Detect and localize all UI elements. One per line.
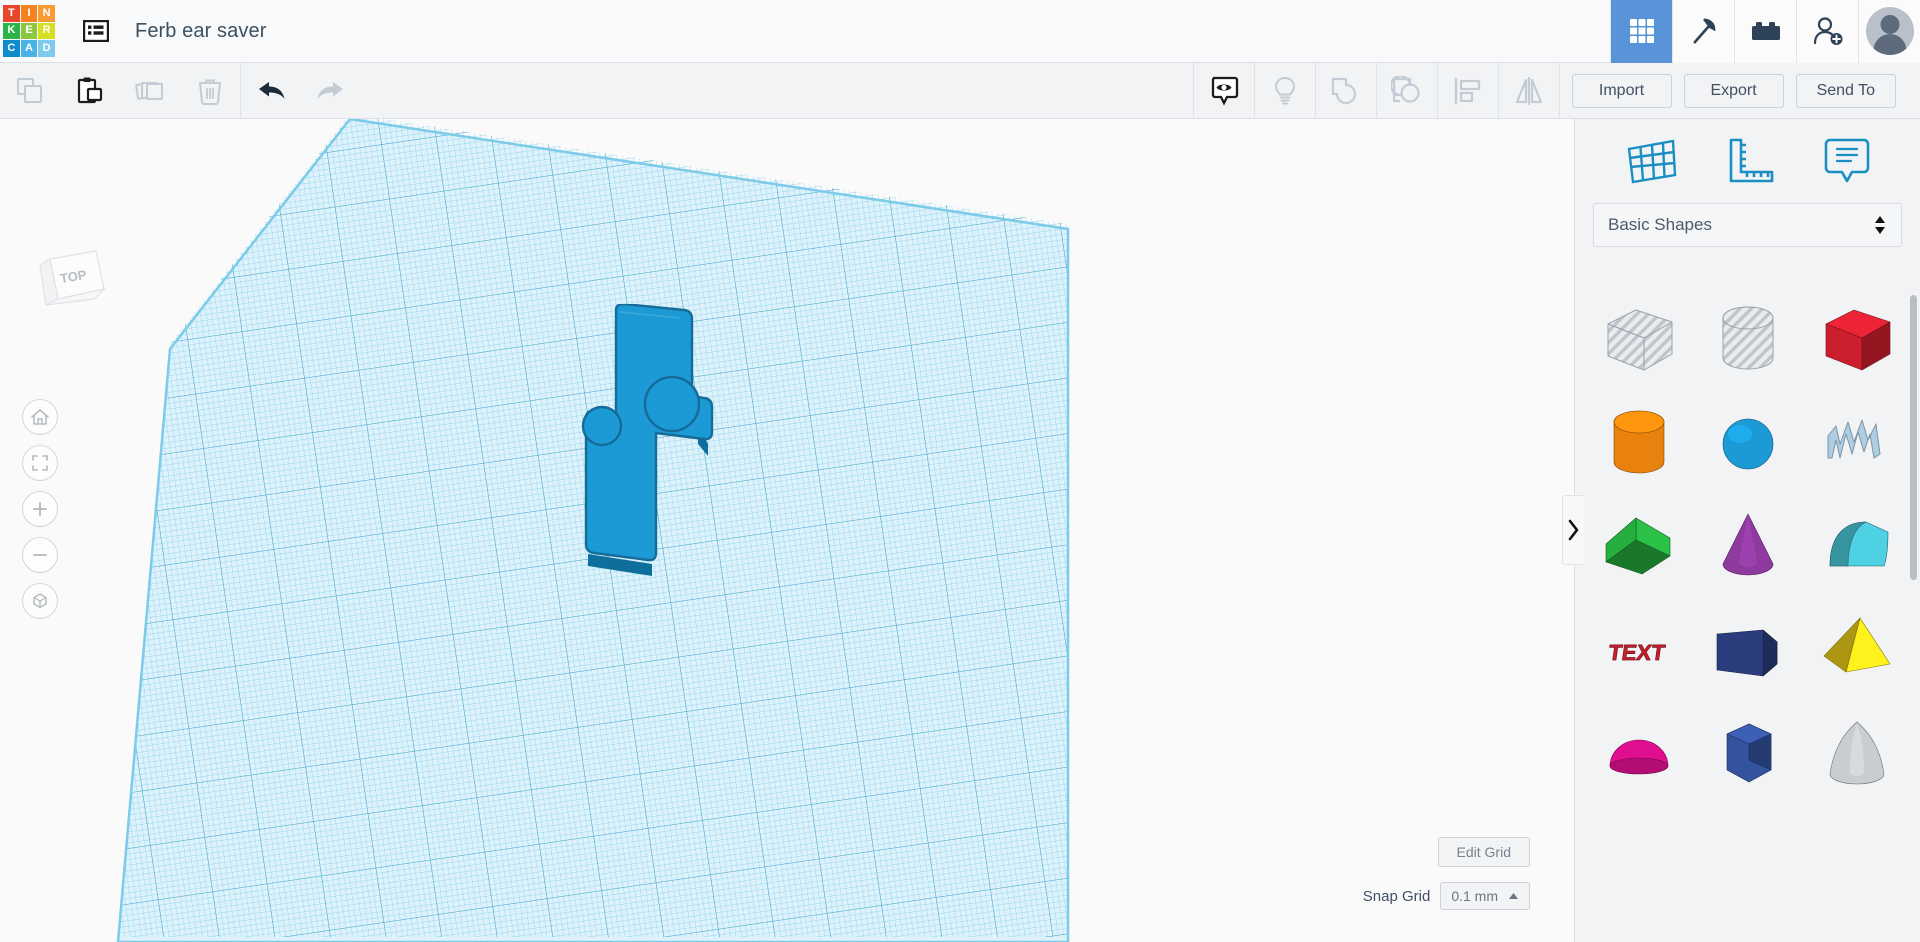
file-actions: Import Export Send To: [1560, 74, 1920, 108]
edit-toolbar: Import Export Send To: [0, 63, 1920, 119]
ungroup-button[interactable]: [1377, 63, 1437, 119]
show-hide-button[interactable]: [1194, 63, 1254, 119]
logo-tile-a: A: [21, 40, 38, 57]
object-tools: [1193, 63, 1560, 119]
chevron-right-icon: [1568, 519, 1580, 541]
shape-paraboloid[interactable]: [1802, 703, 1911, 807]
edit-grid-button[interactable]: Edit Grid: [1438, 837, 1530, 867]
shapes-list[interactable]: TEXT: [1575, 279, 1920, 942]
light-button[interactable]: [1255, 63, 1315, 119]
ear-saver-model[interactable]: [580, 304, 780, 584]
logo-tile-i: I: [21, 5, 38, 22]
duplicate-button[interactable]: [120, 63, 180, 119]
panel-tool-icons: [1575, 119, 1920, 203]
snap-grid-select[interactable]: 0.1 mm: [1440, 882, 1530, 910]
user-avatar[interactable]: [1858, 0, 1920, 63]
snap-grid-control: Snap Grid 0.1 mm: [1363, 882, 1530, 910]
top-header-bar: TIN KER CAD Ferb ear saver: [0, 0, 1920, 63]
tinkercad-logo[interactable]: TIN KER CAD: [3, 5, 55, 57]
shape-cylinder[interactable]: [1585, 391, 1694, 495]
workplane-grid: [0, 119, 1574, 942]
logo-tile-t: T: [3, 5, 20, 22]
panel-collapse-button[interactable]: [1562, 495, 1584, 565]
fit-view-button[interactable]: [22, 445, 58, 481]
shape-cone[interactable]: [1694, 495, 1803, 599]
paste-button[interactable]: [60, 63, 120, 119]
notes-icon[interactable]: [1823, 136, 1871, 186]
ruler-icon[interactable]: [1726, 136, 1776, 186]
list-menu-icon[interactable]: [79, 14, 113, 48]
perspective-toggle-button[interactable]: [22, 583, 58, 619]
logo-tile-r: R: [38, 23, 55, 40]
zoom-in-button[interactable]: [22, 491, 58, 527]
codeblocks-button[interactable]: [1672, 0, 1734, 63]
person-avatar-icon: [1866, 7, 1914, 55]
invite-button[interactable]: [1796, 0, 1858, 63]
workplane-icon[interactable]: [1625, 137, 1679, 185]
logo-tile-c: C: [3, 40, 20, 57]
shape-cylinder-hole[interactable]: [1694, 287, 1803, 391]
zoom-out-button[interactable]: [22, 537, 58, 573]
shape-roof[interactable]: [1585, 495, 1694, 599]
logo-tile-n: N: [38, 5, 55, 22]
panel-scrollbar[interactable]: [1910, 295, 1917, 580]
view-cube[interactable]: TOP: [22, 243, 112, 323]
shape-category-select[interactable]: Basic Shapes: [1593, 203, 1902, 247]
tinkercad-app: TIN KER CAD Ferb ear saver: [0, 0, 1920, 942]
chevron-up-icon: [1508, 892, 1519, 900]
copy-button[interactable]: [0, 63, 60, 119]
bricks-button[interactable]: [1734, 0, 1796, 63]
navigation-controls: [22, 399, 58, 619]
shape-hexagon-prism[interactable]: [1694, 703, 1803, 807]
snap-grid-value: 0.1 mm: [1451, 888, 1498, 904]
shape-pyramid[interactable]: [1802, 599, 1911, 703]
group-button[interactable]: [1316, 63, 1376, 119]
shape-box[interactable]: [1802, 287, 1911, 391]
shape-round-roof[interactable]: [1802, 495, 1911, 599]
chevron-updown-icon: [1873, 214, 1887, 236]
shape-category-label: Basic Shapes: [1608, 215, 1712, 235]
shape-box-hole[interactable]: [1585, 287, 1694, 391]
export-button[interactable]: Export: [1684, 74, 1784, 108]
shapes-panel: Basic Shapes TEXT: [1574, 119, 1920, 942]
undo-button[interactable]: [241, 63, 301, 119]
svg-text:TEXT: TEXT: [1607, 640, 1667, 665]
shape-sphere[interactable]: [1694, 391, 1803, 495]
logo-tile-k: K: [3, 23, 20, 40]
send-to-button[interactable]: Send To: [1796, 74, 1896, 108]
import-button[interactable]: Import: [1572, 74, 1672, 108]
shape-scribble[interactable]: [1802, 391, 1911, 495]
shape-text[interactable]: TEXT: [1585, 599, 1694, 703]
logo-tile-d: D: [38, 40, 55, 57]
home-view-button[interactable]: [22, 399, 58, 435]
mirror-button[interactable]: [1499, 63, 1559, 119]
delete-button[interactable]: [180, 63, 240, 119]
page-title: Ferb ear saver: [135, 20, 266, 43]
align-button[interactable]: [1438, 63, 1498, 119]
snap-grid-label: Snap Grid: [1363, 888, 1431, 905]
shape-polygon[interactable]: [1694, 599, 1803, 703]
redo-button[interactable]: [301, 63, 361, 119]
header-actions: [1610, 0, 1920, 63]
shape-half-sphere[interactable]: [1585, 703, 1694, 807]
3d-canvas[interactable]: TOP: [0, 119, 1574, 942]
grid-view-button[interactable]: [1610, 0, 1672, 63]
logo-tile-e: E: [21, 23, 38, 40]
